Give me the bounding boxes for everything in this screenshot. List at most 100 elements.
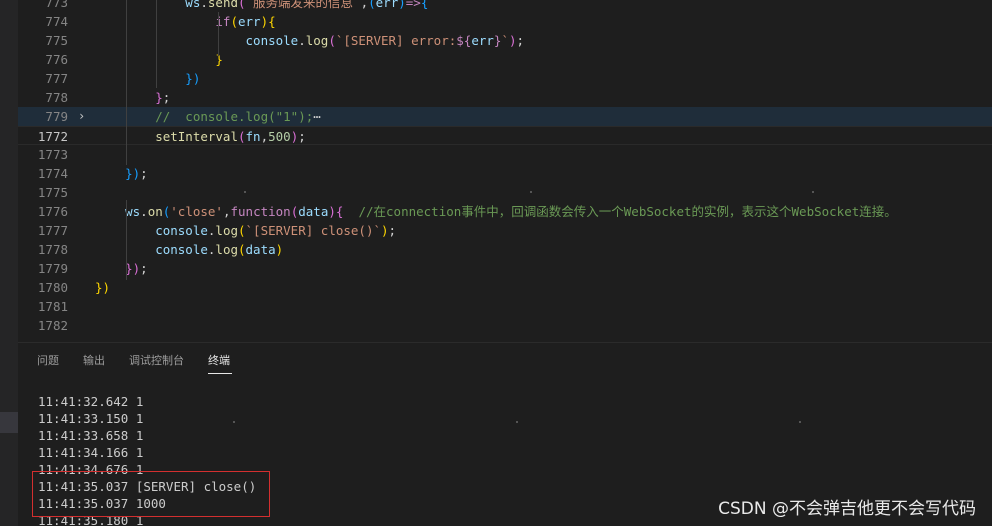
speck	[244, 191, 246, 193]
code-text: if(err){	[95, 12, 276, 31]
line-number: 1779	[37, 261, 68, 276]
line-number: 773	[45, 0, 68, 10]
code-line: 773 ws.send(`服务端发来的信息`,(err)=>{	[18, 0, 992, 12]
indent-guide	[126, 0, 127, 165]
code-token: )	[398, 0, 406, 10]
code-token: ws	[95, 0, 201, 10]
code-text: console.log(`[SERVER] error:${err}`);	[95, 31, 525, 50]
line-number: 777	[45, 71, 68, 86]
code-line: 1776 ws.on('close',function(data){ //在co…	[18, 202, 992, 221]
code-token: //在connection事件中，回调函数会传入一个WebSocket的实例，表…	[343, 204, 897, 219]
code-token: ;	[298, 129, 306, 144]
panel-marker	[0, 412, 18, 433]
terminal-line: 11:41:33.150 1	[38, 411, 144, 426]
code-text: // console.log("1");⋯	[95, 107, 321, 126]
code-token: `	[501, 33, 509, 48]
code-token: }	[95, 90, 163, 105]
line-number: 1782	[37, 318, 68, 333]
speck	[799, 421, 801, 423]
code-token: ;	[162, 90, 171, 105]
code-text: });	[95, 164, 148, 183]
line-number: 775	[45, 33, 68, 48]
code-token: log	[305, 33, 329, 48]
code-token: (	[238, 129, 246, 144]
indent-guide	[218, 12, 219, 56]
code-line: 777 })	[18, 69, 992, 88]
code-token: fn	[245, 129, 261, 144]
code-token: `服务端发来的信息`	[245, 0, 361, 10]
code-token: if	[95, 14, 231, 29]
line-number: 1781	[37, 299, 68, 314]
line-number: 1778	[37, 242, 68, 257]
code-token: data	[298, 204, 329, 219]
code-token: ,	[360, 0, 369, 10]
code-line: 1773	[18, 145, 992, 164]
code-line: 1781	[18, 297, 992, 316]
code-token: send	[207, 0, 238, 10]
code-token: (	[328, 33, 336, 48]
line-number: 778	[45, 90, 68, 105]
code-token: )	[260, 14, 269, 29]
code-token: ⋯	[313, 109, 321, 124]
tab-terminal[interactable]: 终端	[208, 353, 230, 369]
code-token: (	[238, 242, 246, 257]
code-line: 1775	[18, 183, 992, 202]
line-number: 1774	[37, 166, 68, 181]
code-token: 'close'	[170, 204, 223, 219]
code-token: ws	[95, 204, 141, 219]
code-line: 778 };	[18, 88, 992, 107]
code-line: 776 }	[18, 50, 992, 69]
terminal-line: 11:41:32.642 1	[38, 394, 144, 409]
code-line: 775 console.log(`[SERVER] error:${err}`)…	[18, 31, 992, 50]
code-token: setInterval	[95, 129, 238, 144]
speck	[812, 191, 814, 193]
code-token: // console.log("1");	[95, 109, 314, 124]
code-token: })	[95, 71, 201, 86]
active-tab-indicator	[208, 373, 232, 374]
code-token: data	[245, 242, 276, 257]
code-line: 1772 setInterval(fn,500);	[18, 126, 992, 145]
code-text: };	[95, 88, 170, 107]
tab-problems[interactable]: 问题	[37, 353, 59, 369]
code-text: })	[95, 278, 110, 297]
line-number: 1777	[37, 223, 68, 238]
code-token: =>	[405, 0, 421, 10]
code-token: )	[508, 33, 517, 48]
code-token: err	[238, 14, 261, 29]
code-text: ws.send(`服务端发来的信息`,(err)=>{	[95, 0, 428, 12]
code-token: )	[328, 204, 336, 219]
code-token: {	[268, 14, 276, 29]
code-token: ;	[140, 261, 148, 276]
speck	[516, 421, 518, 423]
code-editor[interactable]: 773 ws.send(`服务端发来的信息`,(err)=>{774 if(er…	[18, 0, 992, 342]
code-text: }	[95, 50, 223, 69]
code-text: console.log(data)	[95, 240, 283, 259]
code-line: 1780})	[18, 278, 992, 297]
code-token: ,	[260, 129, 269, 144]
code-text: });	[95, 259, 148, 278]
code-text: console.log(`[SERVER] close()`);	[95, 221, 396, 240]
code-token: err	[471, 33, 494, 48]
line-number: 779	[45, 109, 68, 124]
tab-output[interactable]: 输出	[83, 353, 105, 369]
fold-chevron-icon[interactable]: ›	[78, 107, 85, 126]
line-number: 1775	[37, 185, 68, 200]
code-token: ${	[456, 33, 472, 48]
highlight-annotation-box	[32, 471, 270, 517]
code-token: })	[95, 280, 111, 295]
line-number: 1776	[37, 204, 68, 219]
code-line: 1782	[18, 316, 992, 335]
code-token: console	[95, 223, 208, 238]
code-token: )	[275, 242, 284, 257]
code-token: )	[381, 223, 389, 238]
code-token: console	[95, 242, 208, 257]
speck	[233, 421, 235, 423]
code-token: .	[298, 33, 306, 48]
line-number: 1780	[37, 280, 68, 295]
tab-debug-console[interactable]: 调试控制台	[129, 353, 184, 369]
panel-tabs: 问题 输出 调试控制台 终端	[18, 342, 992, 379]
code-token: (	[230, 14, 238, 29]
indent-guide	[126, 200, 127, 280]
code-token: 500	[268, 129, 291, 144]
code-token: {	[420, 0, 429, 10]
